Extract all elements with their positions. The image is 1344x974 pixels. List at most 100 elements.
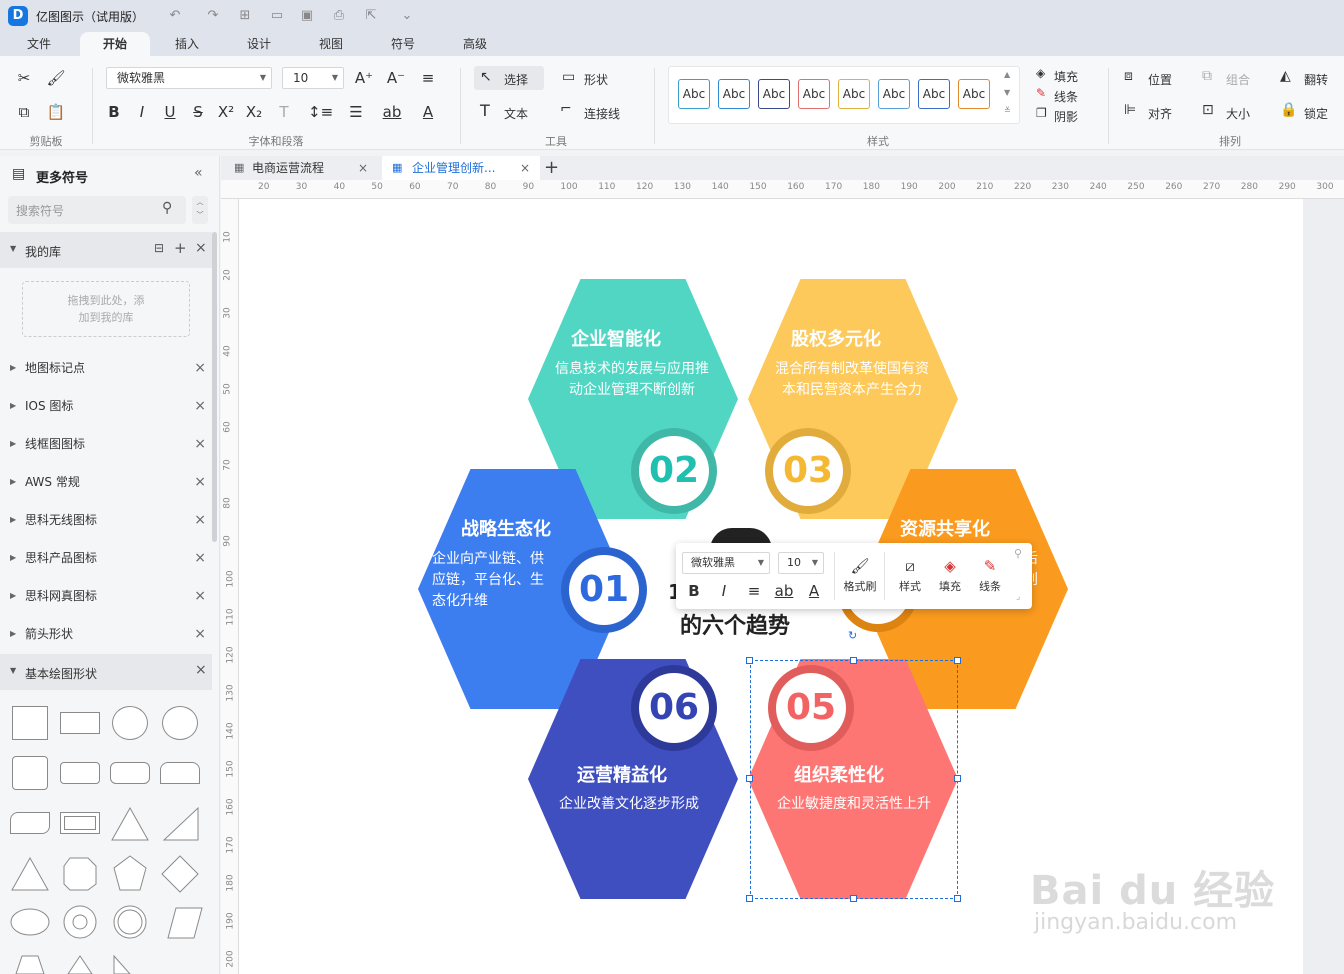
resize-handle-n[interactable]	[850, 657, 857, 664]
close-tab-icon[interactable]: ×	[520, 156, 530, 180]
redo-icon[interactable]: ↷	[204, 7, 222, 25]
doc-tab-enterprise[interactable]: ▦ 企业管理创新... ×	[382, 156, 540, 180]
superscript-icon[interactable]: X²	[214, 100, 238, 124]
symbol-search-input[interactable]: 搜索符号 ⚲	[8, 196, 186, 224]
rounded-rectangle-2-shape[interactable]	[110, 762, 150, 784]
resize-handle-e[interactable]	[954, 775, 961, 782]
line-spacing-icon[interactable]: ↕≡	[308, 100, 333, 124]
partial-shapes-row[interactable]	[8, 952, 204, 974]
bullet-list-icon[interactable]: ☰	[344, 100, 368, 124]
basic-shapes-header[interactable]: ▼ 基本绘图形状 ×	[0, 654, 212, 690]
copy-icon[interactable]: ⧉	[12, 100, 36, 124]
frame-shape[interactable]	[60, 812, 100, 834]
save-icon[interactable]: ▣	[298, 7, 316, 25]
rectangle-shape[interactable]	[60, 712, 100, 734]
strikethrough-icon[interactable]: S	[186, 100, 210, 124]
float-fill-button[interactable]: ◈ 填充	[932, 554, 968, 604]
underline-icon[interactable]: U	[158, 100, 182, 124]
tab-view[interactable]: 视图	[308, 32, 354, 56]
text-tool-button[interactable]: T 文本	[478, 100, 538, 124]
resize-handle-w[interactable]	[746, 775, 753, 782]
fill-button[interactable]: ◈ 填充	[1032, 66, 1102, 84]
doc-tab-ecommerce[interactable]: ▦ 电商运营流程 ×	[226, 156, 376, 180]
float-style-button[interactable]: ⧄ 样式	[892, 554, 928, 604]
tab-shape[interactable]	[160, 762, 200, 784]
rounded-square-shape[interactable]	[12, 756, 48, 790]
paste-icon[interactable]: 📋	[44, 100, 68, 124]
font-family-select[interactable]: 微软雅黑 ▼	[106, 67, 272, 89]
position-button[interactable]: ⧈ 位置	[1124, 68, 1190, 88]
float-bold-icon[interactable]: B	[682, 579, 706, 603]
library-item[interactable]: ▶ 地图标记点 ×	[0, 349, 212, 387]
close-icon[interactable]: ×	[194, 577, 206, 615]
style-sample-1[interactable]: Abc	[678, 79, 710, 109]
float-line-button[interactable]: ✎ 线条	[972, 554, 1008, 604]
float-italic-icon[interactable]: I	[712, 579, 736, 603]
close-icon[interactable]: ×	[194, 387, 206, 425]
round-shapes[interactable]	[8, 904, 204, 944]
tab-insert[interactable]: 插入	[164, 32, 210, 56]
float-highlight-icon[interactable]: ab	[772, 579, 796, 603]
format-painter-icon[interactable]: 🖌	[44, 66, 68, 90]
more-symbols-title[interactable]: 更多符号	[36, 167, 88, 186]
quick-access-dropdown-icon[interactable]: ⌄	[398, 7, 416, 25]
library-item[interactable]: ▶ 箭头形状 ×	[0, 615, 212, 653]
float-format-painter-button[interactable]: 🖌 格式刷	[840, 554, 880, 604]
text-align-icon[interactable]: ≡	[416, 66, 440, 90]
style-sample-6[interactable]: Abc	[878, 79, 910, 109]
search-scroll-arrows-icon[interactable]: ︿ ﹀	[192, 196, 208, 224]
float-align-icon[interactable]: ≡	[742, 579, 766, 603]
close-icon[interactable]: ×	[194, 501, 206, 539]
close-icon[interactable]: ×	[195, 662, 207, 678]
float-size-select[interactable]: 10 ▼	[778, 552, 824, 574]
lock-button[interactable]: 🔒 锁定	[1280, 102, 1340, 122]
group-button[interactable]: ⧉ 组合	[1202, 68, 1268, 88]
text-case-icon[interactable]: T	[272, 100, 296, 124]
close-tab-icon[interactable]: ×	[358, 156, 368, 180]
add-icon[interactable]: +	[174, 239, 187, 257]
highlight-icon[interactable]: ab	[380, 100, 404, 124]
tab-design[interactable]: 设计	[236, 32, 282, 56]
tab-start[interactable]: 开始	[80, 32, 150, 56]
close-icon[interactable]: ×	[194, 463, 206, 501]
float-font-color-icon[interactable]: A	[802, 579, 826, 603]
italic-icon[interactable]: I	[130, 100, 154, 124]
snip-rectangle-shape[interactable]	[10, 812, 50, 834]
decrease-font-icon[interactable]: A⁻	[384, 66, 408, 90]
style-sample-5[interactable]: Abc	[838, 79, 870, 109]
flip-button[interactable]: ◭ 翻转	[1280, 68, 1340, 88]
style-sample-3[interactable]: Abc	[758, 79, 790, 109]
select-tool-button[interactable]: ↖ 选择	[474, 66, 544, 90]
cut-icon[interactable]: ✂	[12, 66, 36, 90]
font-size-select[interactable]: 10 ▼	[282, 67, 344, 89]
new-file-icon[interactable]: ⊞	[236, 7, 254, 25]
pin-icon[interactable]: ⚲	[1014, 547, 1022, 560]
tab-symbol[interactable]: 符号	[380, 32, 426, 56]
collapse-panel-icon[interactable]: «	[194, 165, 203, 181]
library-drop-zone[interactable]: 拖拽到此处，添 加到我的库	[22, 281, 190, 337]
import-icon[interactable]: ⊟	[154, 241, 164, 255]
triangles-shapes[interactable]	[108, 804, 204, 844]
search-icon[interactable]: ⚲	[162, 200, 172, 216]
close-icon[interactable]: ×	[194, 425, 206, 463]
undo-icon[interactable]: ↶	[166, 7, 184, 25]
resize-handle-sw[interactable]	[746, 895, 753, 902]
rotate-handle-icon[interactable]: ↻	[848, 629, 857, 642]
print-icon[interactable]: ⎙	[330, 7, 348, 25]
close-icon[interactable]: ×	[194, 539, 206, 577]
library-item[interactable]: ▶ AWS 常规 ×	[0, 463, 212, 501]
resize-handle-se[interactable]	[954, 895, 961, 902]
subscript-icon[interactable]: X₂	[242, 100, 266, 124]
style-sample-7[interactable]: Abc	[918, 79, 950, 109]
library-item[interactable]: ▶ IOS 图标 ×	[0, 387, 212, 425]
circle-shape[interactable]	[112, 706, 148, 740]
library-item[interactable]: ▶ 线框图图标 ×	[0, 425, 212, 463]
close-icon[interactable]: ×	[195, 240, 207, 256]
square-shape[interactable]	[12, 706, 48, 740]
tab-file[interactable]: 文件	[16, 32, 62, 56]
center-title[interactable]: 的六个趋势	[680, 608, 790, 640]
bold-icon[interactable]: B	[102, 100, 126, 124]
gallery-more-icon[interactable]: ≚	[1004, 106, 1011, 115]
style-sample-8[interactable]: Abc	[958, 79, 990, 109]
close-icon[interactable]: ×	[194, 349, 206, 387]
